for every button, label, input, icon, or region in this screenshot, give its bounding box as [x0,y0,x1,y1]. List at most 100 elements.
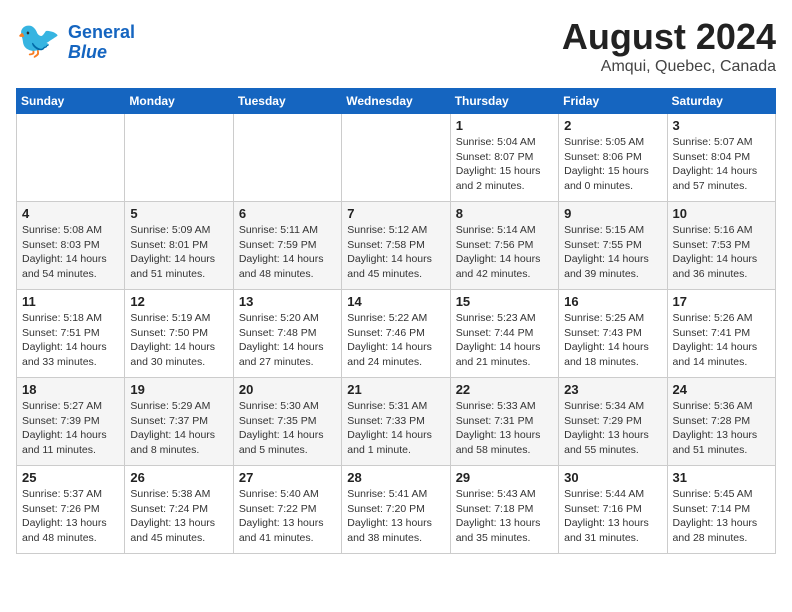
calendar-cell: 6 Sunrise: 5:11 AM Sunset: 7:59 PM Daylig… [233,202,341,290]
calendar-week-row: 11 Sunrise: 5:18 AM Sunset: 7:51 PM Dayli… [17,290,776,378]
calendar-cell: 20 Sunrise: 5:30 AM Sunset: 7:35 PM Dayli… [233,378,341,466]
day-info: Sunrise: 5:15 AM Sunset: 7:55 PM Dayligh… [564,223,661,282]
calendar-cell: 8Sunrise: 5:14 AM Sunset: 7:56 PM Daylig… [450,202,558,290]
calendar-cell [125,114,233,202]
month-title: August 2024 [562,16,776,58]
calendar-cell: 25 Sunrise: 5:37 AM Sunset: 7:26 PM Dayli… [17,466,125,554]
calendar-cell: 30 Sunrise: 5:44 AM Sunset: 7:16 PM Dayli… [559,466,667,554]
calendar-week-row: 1 Sunrise: 5:04 AM Sunset: 8:07 PM Daylig… [17,114,776,202]
day-info: Sunrise: 5:05 AM Sunset: 8:06 PM Dayligh… [564,135,661,194]
day-info: Sunrise: 5:09 AM Sunset: 8:01 PM Dayligh… [130,223,227,282]
calendar-cell: 15Sunrise: 5:23 AM Sunset: 7:44 PM Dayli… [450,290,558,378]
day-number: 2 [564,118,661,133]
day-number: 7 [347,206,444,221]
day-number: 25 [22,470,119,485]
day-info: Sunrise: 5:22 AM Sunset: 7:46 PM Dayligh… [347,311,444,370]
day-info: Sunrise: 5:37 AM Sunset: 7:26 PM Dayligh… [22,487,119,546]
calendar-cell: 17 Sunrise: 5:26 AM Sunset: 7:41 PM Dayli… [667,290,775,378]
day-info: Sunrise: 5:33 AM Sunset: 7:31 PM Dayligh… [456,399,553,458]
calendar-cell: 11 Sunrise: 5:18 AM Sunset: 7:51 PM Dayli… [17,290,125,378]
day-number: 27 [239,470,336,485]
calendar-cell: 4Sunrise: 5:08 AM Sunset: 8:03 PM Daylig… [17,202,125,290]
day-number: 9 [564,206,661,221]
day-number: 28 [347,470,444,485]
calendar-cell: 27 Sunrise: 5:40 AM Sunset: 7:22 PM Dayli… [233,466,341,554]
calendar-cell: 21 Sunrise: 5:31 AM Sunset: 7:33 PM Dayli… [342,378,450,466]
day-number: 10 [673,206,770,221]
calendar-cell [233,114,341,202]
day-number: 26 [130,470,227,485]
day-info: Sunrise: 5:38 AM Sunset: 7:24 PM Dayligh… [130,487,227,546]
day-number: 30 [564,470,661,485]
calendar-table: SundayMondayTuesdayWednesdayThursdayFrid… [16,88,776,554]
day-info: Sunrise: 5:29 AM Sunset: 7:37 PM Dayligh… [130,399,227,458]
day-number: 11 [22,294,119,309]
day-info: Sunrise: 5:40 AM Sunset: 7:22 PM Dayligh… [239,487,336,546]
day-number: 12 [130,294,227,309]
day-info: Sunrise: 5:12 AM Sunset: 7:58 PM Dayligh… [347,223,444,282]
day-info: Sunrise: 5:31 AM Sunset: 7:33 PM Dayligh… [347,399,444,458]
calendar-cell: 23 Sunrise: 5:34 AM Sunset: 7:29 PM Dayli… [559,378,667,466]
day-of-week-header: Saturday [667,89,775,114]
calendar-cell: 18 Sunrise: 5:27 AM Sunset: 7:39 PM Dayli… [17,378,125,466]
day-info: Sunrise: 5:41 AM Sunset: 7:20 PM Dayligh… [347,487,444,546]
calendar-cell: 1 Sunrise: 5:04 AM Sunset: 8:07 PM Daylig… [450,114,558,202]
day-info: Sunrise: 5:04 AM Sunset: 8:07 PM Dayligh… [456,135,553,194]
calendar-cell: 31 Sunrise: 5:45 AM Sunset: 7:14 PM Dayli… [667,466,775,554]
logo: 🐦 General Blue [16,16,135,69]
day-info: Sunrise: 5:45 AM Sunset: 7:14 PM Dayligh… [673,487,770,546]
calendar-week-row: 25 Sunrise: 5:37 AM Sunset: 7:26 PM Dayli… [17,466,776,554]
day-number: 20 [239,382,336,397]
day-number: 1 [456,118,553,133]
svg-text:🐦: 🐦 [16,19,61,60]
calendar-cell: 9 Sunrise: 5:15 AM Sunset: 7:55 PM Daylig… [559,202,667,290]
logo-bird-icon: 🐦 [16,16,64,64]
calendar-cell: 14Sunrise: 5:22 AM Sunset: 7:46 PM Dayli… [342,290,450,378]
calendar-cell: 29 Sunrise: 5:43 AM Sunset: 7:18 PM Dayli… [450,466,558,554]
day-info: Sunrise: 5:34 AM Sunset: 7:29 PM Dayligh… [564,399,661,458]
day-number: 8 [456,206,553,221]
day-number: 16 [564,294,661,309]
location: Amqui, Quebec, Canada [562,58,776,76]
day-number: 19 [130,382,227,397]
day-info: Sunrise: 5:36 AM Sunset: 7:28 PM Dayligh… [673,399,770,458]
day-number: 3 [673,118,770,133]
day-info: Sunrise: 5:18 AM Sunset: 7:51 PM Dayligh… [22,311,119,370]
day-of-week-header: Friday [559,89,667,114]
calendar-week-row: 18 Sunrise: 5:27 AM Sunset: 7:39 PM Dayli… [17,378,776,466]
day-number: 6 [239,206,336,221]
day-info: Sunrise: 5:43 AM Sunset: 7:18 PM Dayligh… [456,487,553,546]
day-info: Sunrise: 5:44 AM Sunset: 7:16 PM Dayligh… [564,487,661,546]
title-block: August 2024 Amqui, Quebec, Canada [562,16,776,76]
calendar-cell [17,114,125,202]
day-number: 5 [130,206,227,221]
calendar-cell: 2 Sunrise: 5:05 AM Sunset: 8:06 PM Daylig… [559,114,667,202]
day-number: 13 [239,294,336,309]
calendar-cell: 22Sunrise: 5:33 AM Sunset: 7:31 PM Dayli… [450,378,558,466]
calendar-cell: 19 Sunrise: 5:29 AM Sunset: 7:37 PM Dayli… [125,378,233,466]
day-info: Sunrise: 5:26 AM Sunset: 7:41 PM Dayligh… [673,311,770,370]
day-number: 29 [456,470,553,485]
logo-text: General Blue [68,23,135,63]
day-of-week-header: Sunday [17,89,125,114]
day-info: Sunrise: 5:16 AM Sunset: 7:53 PM Dayligh… [673,223,770,282]
day-number: 31 [673,470,770,485]
day-of-week-header: Tuesday [233,89,341,114]
day-number: 24 [673,382,770,397]
day-number: 23 [564,382,661,397]
day-info: Sunrise: 5:08 AM Sunset: 8:03 PM Dayligh… [22,223,119,282]
calendar-cell: 16Sunrise: 5:25 AM Sunset: 7:43 PM Dayli… [559,290,667,378]
calendar-week-row: 4Sunrise: 5:08 AM Sunset: 8:03 PM Daylig… [17,202,776,290]
day-info: Sunrise: 5:20 AM Sunset: 7:48 PM Dayligh… [239,311,336,370]
day-number: 18 [22,382,119,397]
day-info: Sunrise: 5:11 AM Sunset: 7:59 PM Dayligh… [239,223,336,282]
calendar-cell: 26 Sunrise: 5:38 AM Sunset: 7:24 PM Dayli… [125,466,233,554]
day-info: Sunrise: 5:19 AM Sunset: 7:50 PM Dayligh… [130,311,227,370]
calendar-cell: 7 Sunrise: 5:12 AM Sunset: 7:58 PM Daylig… [342,202,450,290]
day-of-week-header: Monday [125,89,233,114]
day-info: Sunrise: 5:30 AM Sunset: 7:35 PM Dayligh… [239,399,336,458]
calendar-cell: 12 Sunrise: 5:19 AM Sunset: 7:50 PM Dayli… [125,290,233,378]
day-info: Sunrise: 5:27 AM Sunset: 7:39 PM Dayligh… [22,399,119,458]
day-number: 17 [673,294,770,309]
day-number: 21 [347,382,444,397]
